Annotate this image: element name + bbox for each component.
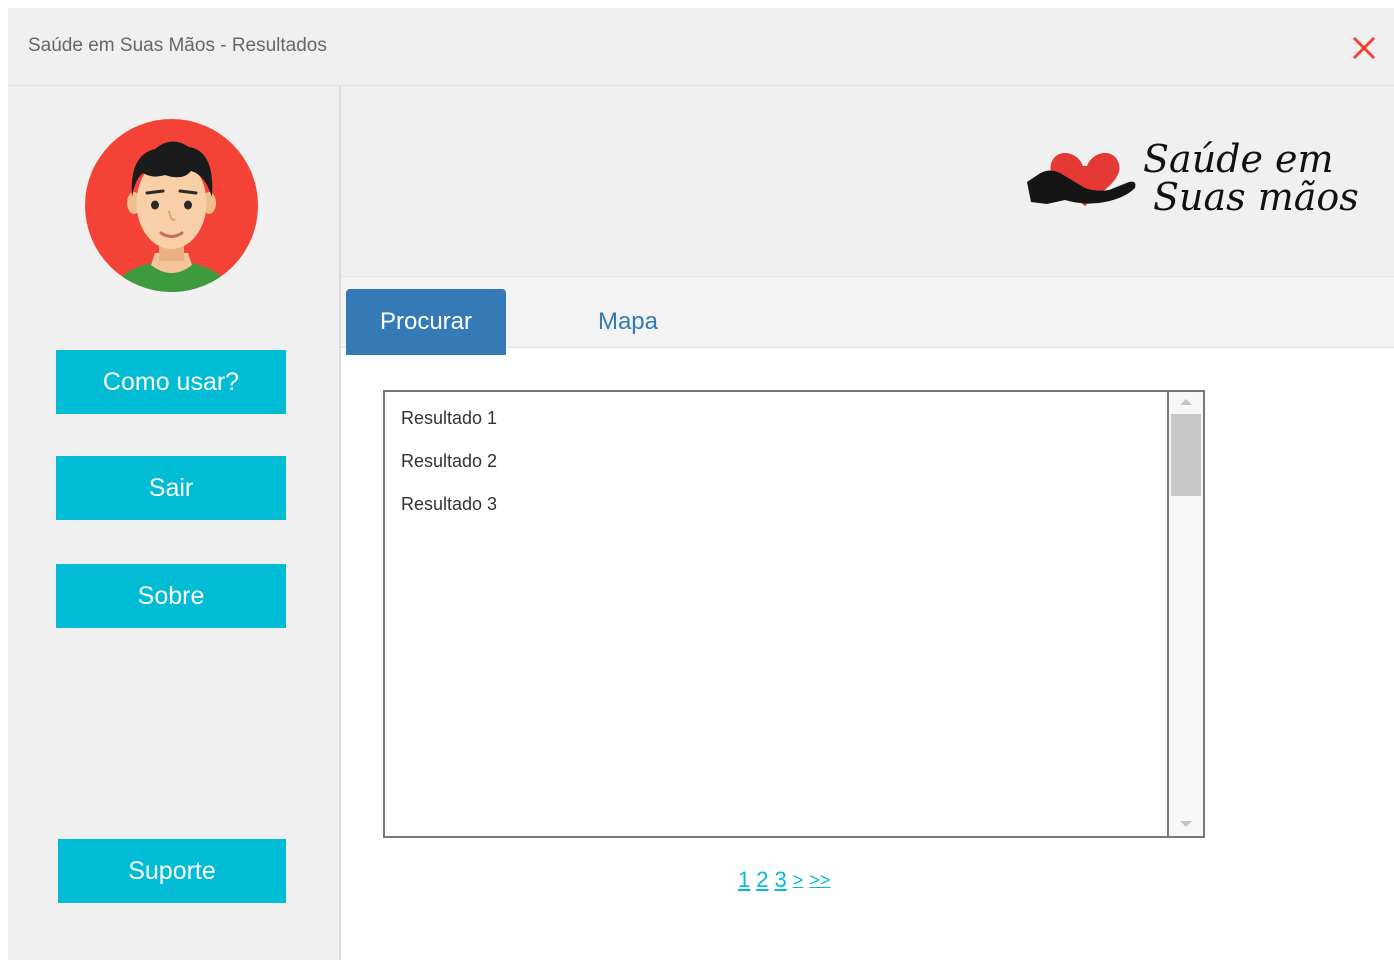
tab-bar: Procurar Mapa (341, 276, 1394, 355)
results-list[interactable]: Resultado 1 Resultado 2 Resultado 3 (383, 390, 1205, 838)
list-item[interactable]: Resultado 2 (385, 440, 1167, 483)
app-window: Saúde em Suas Mãos - Resultados Como usa… (8, 8, 1394, 960)
window-title: Saúde em Suas Mãos - Resultados (28, 35, 327, 56)
title-bar: Saúde em Suas Mãos - Resultados (8, 8, 1394, 86)
header: Saúde em Suas mãos (341, 86, 1394, 276)
list-item[interactable]: Resultado 1 (385, 397, 1167, 440)
page-link-3[interactable]: 3 (775, 867, 787, 893)
sobre-button[interactable]: Sobre (56, 564, 286, 628)
pagination: 1 2 3 > >> (738, 867, 836, 893)
next-page-link[interactable]: > (793, 870, 804, 891)
tab-procurar[interactable]: Procurar (346, 289, 506, 355)
sair-button[interactable]: Sair (56, 456, 286, 520)
scroll-down-arrow-icon[interactable] (1169, 814, 1203, 834)
last-page-link[interactable]: >> (809, 870, 830, 891)
suporte-button[interactable]: Suporte (58, 839, 286, 903)
results-list-area: Resultado 1 Resultado 2 Resultado 3 (385, 392, 1167, 836)
heart-in-hand-icon (1027, 152, 1136, 206)
tab-mapa[interactable]: Mapa (563, 289, 693, 355)
main-panel: Saúde em Suas mãos Procurar Mapa Resulta… (341, 86, 1394, 960)
user-avatar (85, 119, 258, 292)
page-link-1[interactable]: 1 (738, 867, 750, 893)
sidebar: Como usar? Sair Sobre Suporte (8, 86, 341, 960)
list-item[interactable]: Resultado 3 (385, 483, 1167, 526)
como-usar-button[interactable]: Como usar? (56, 350, 286, 414)
app-logo: Saúde em Suas mãos (1027, 137, 1359, 219)
logo-line2: Suas mãos (1153, 175, 1359, 219)
page-link-2[interactable]: 2 (756, 867, 768, 893)
close-icon[interactable] (1350, 34, 1378, 62)
scrollbar[interactable] (1167, 392, 1203, 836)
scroll-up-arrow-icon[interactable] (1169, 392, 1203, 412)
scroll-thumb[interactable] (1171, 414, 1201, 496)
